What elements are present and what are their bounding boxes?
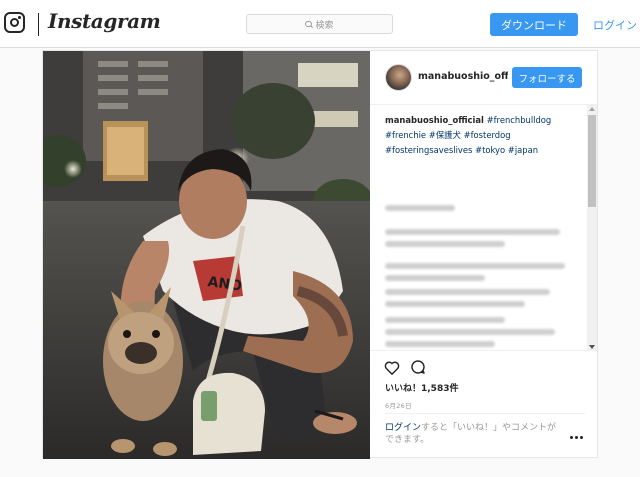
caption-username[interactable]: manabuoshio_official (385, 115, 484, 125)
post-photo[interactable]: ANO (43, 51, 370, 459)
likes-count[interactable]: いいね！1,583件 (385, 381, 458, 394)
post-sidebar: manabuoshio_offi フォローする manabuoshio_offi… (370, 51, 599, 459)
hashtag[interactable]: #frenchie (385, 130, 426, 140)
login-prompt-link[interactable]: ログイン (385, 423, 421, 433)
comment-bubble-icon[interactable] (410, 359, 426, 375)
blurred-text (385, 317, 505, 323)
follow-button[interactable]: フォローする (512, 67, 582, 88)
hashtag[interactable]: #frenchbulldog (487, 115, 552, 125)
divider (385, 413, 585, 414)
post-actions (384, 357, 426, 377)
hashtag[interactable]: #japan (508, 145, 538, 155)
scroll-up-arrow-icon[interactable] (589, 107, 595, 111)
avatar[interactable] (385, 64, 412, 91)
blurred-text (385, 229, 560, 235)
blurred-text (385, 205, 455, 211)
download-button[interactable]: ダウンロード (490, 13, 578, 36)
comments-pane: manabuoshio_official #frenchbulldog #fre… (370, 105, 599, 351)
blurred-text (385, 289, 550, 295)
hashtag[interactable]: #保護犬 (429, 130, 461, 140)
blurred-text (385, 301, 525, 307)
scroll-thumb[interactable] (588, 115, 596, 207)
blurred-text (385, 241, 505, 247)
scroll-down-arrow-icon[interactable] (589, 345, 595, 349)
search-box[interactable]: 検索 (246, 14, 393, 34)
hashtag[interactable]: #tokyo (475, 145, 505, 155)
post-card: ANO manabuoshio_offi フォローする manabuoshio_… (42, 50, 599, 459)
hashtag[interactable]: #fosterdog (464, 130, 511, 140)
post-timestamp[interactable]: 6月26日 (385, 400, 412, 410)
login-prompt: ログインすると「いいね！」やコメントができます。 (385, 422, 560, 446)
blurred-text (385, 263, 565, 269)
nav-divider (38, 13, 39, 36)
instagram-camera-icon[interactable] (4, 12, 25, 33)
blurred-text (385, 275, 485, 281)
caption: manabuoshio_official #frenchbulldog #fre… (385, 113, 580, 158)
blurred-text (385, 341, 495, 347)
search-placeholder: 検索 (315, 20, 334, 31)
comments-scrollbar[interactable] (587, 105, 597, 350)
login-link[interactable]: ログイン (593, 17, 637, 33)
post-header: manabuoshio_offi フォローする (370, 51, 599, 105)
heart-icon[interactable] (384, 360, 400, 375)
header-username[interactable]: manabuoshio_offi (418, 71, 508, 82)
top-nav: Instagram 検索 ダウンロード ログイン (0, 0, 640, 48)
search-icon (305, 20, 312, 28)
hashtag[interactable]: #fosteringsaveslives (385, 145, 472, 155)
blurred-text (385, 329, 555, 335)
instagram-wordmark[interactable]: Instagram (48, 9, 161, 33)
more-options-icon[interactable] (570, 436, 583, 439)
